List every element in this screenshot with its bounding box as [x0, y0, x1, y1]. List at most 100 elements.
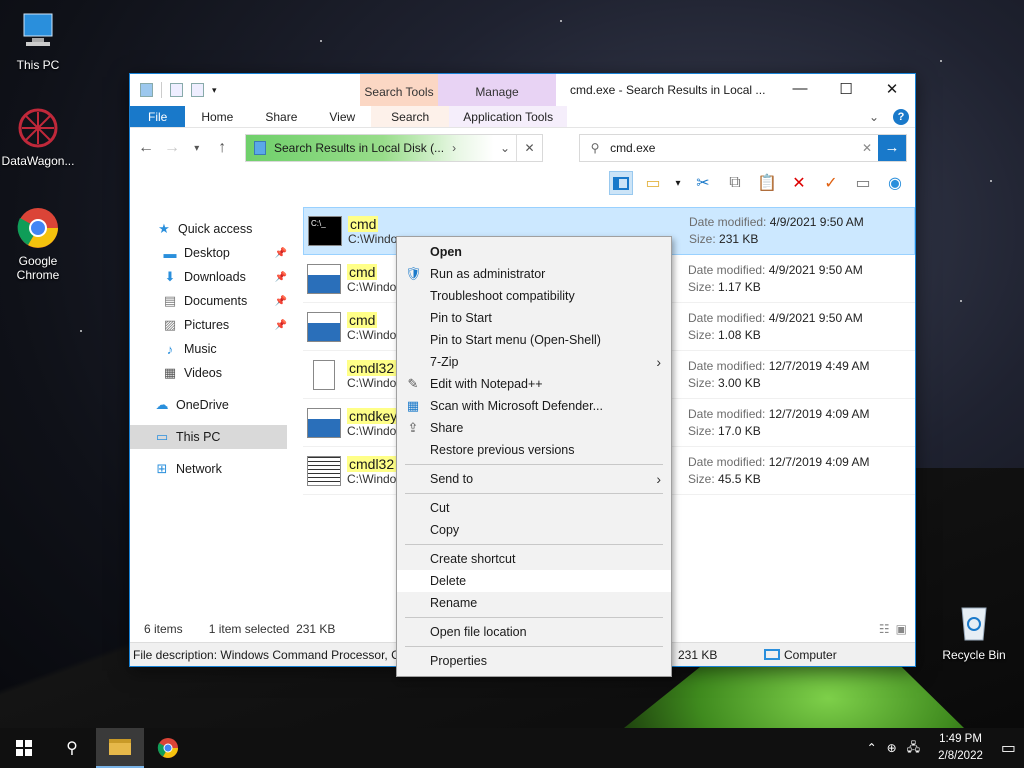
preview-pane-icon[interactable] — [609, 171, 633, 195]
menu-item-pin-to-start[interactable]: Pin to Start — [397, 307, 671, 329]
file-name: cmdkey — [347, 407, 400, 424]
nav-item-network[interactable]: ⊞ Network — [130, 457, 295, 481]
nav-item-desktop[interactable]: ▬ Desktop 📌 — [130, 241, 295, 265]
close-button[interactable]: ✕ — [869, 74, 915, 106]
nav-item-this-pc[interactable]: ▭ This PC — [130, 425, 287, 449]
nav-item-onedrive[interactable]: ☁ OneDrive — [130, 393, 295, 417]
copy-icon[interactable]: ⧉ — [723, 171, 747, 195]
menu-item-share[interactable]: ⇪ Share — [397, 417, 671, 439]
customize-qat-icon[interactable]: ▾ — [212, 85, 217, 96]
check-icon[interactable]: ✓ — [819, 171, 843, 195]
address-dropdown-icon[interactable]: ⌄ — [494, 141, 516, 155]
tab-search[interactable]: Search — [371, 106, 450, 127]
show-hidden-icons-icon[interactable]: ⌃ — [867, 741, 877, 755]
network-status-icon[interactable]: 🖧 — [907, 738, 920, 759]
tab-file[interactable]: File — [130, 106, 186, 127]
delete-icon[interactable]: ✕ — [787, 171, 811, 195]
forward-icon[interactable]: → — [164, 139, 180, 157]
menu-item-label: Send to — [430, 472, 474, 486]
notifications-icon[interactable]: ▭ — [1001, 738, 1016, 758]
new-folder-icon[interactable]: ▭ — [641, 171, 665, 195]
recent-locations-icon[interactable]: ▾ — [190, 143, 204, 154]
nav-item-videos[interactable]: ▦ Videos — [130, 361, 295, 385]
dropdown-icon[interactable]: ▾ — [673, 171, 683, 195]
menu-item-label: Open — [430, 245, 462, 259]
large-icons-view-icon[interactable]: ▣ — [896, 622, 907, 636]
menu-item-pin-to-start-menu-open-shell[interactable]: Pin to Start menu (Open-Shell) — [397, 329, 671, 351]
menu-item-label: Open file location — [430, 625, 527, 639]
clock[interactable]: 1:49 PM 2/8/2022 — [938, 731, 983, 765]
start-button[interactable] — [0, 728, 48, 768]
paste-icon[interactable]: 📋 — [755, 171, 779, 195]
search-go-button[interactable]: → — [878, 135, 906, 161]
minimize-button[interactable]: — — [777, 74, 823, 106]
nav-item-quick-access[interactable]: ★ Quick access — [130, 217, 295, 241]
address-bar[interactable]: Search Results in Local Disk (... › ⌄ ✕ — [245, 134, 544, 162]
title-bar[interactable]: ▾ Search Tools Manage cmd.exe - Search R… — [130, 74, 915, 106]
properties-icon[interactable] — [170, 83, 183, 97]
menu-item-create-shortcut[interactable]: Create shortcut — [397, 548, 671, 570]
pin-icon[interactable]: 📌 — [275, 320, 287, 331]
maximize-button[interactable]: ☐ — [823, 74, 869, 106]
menu-item-rename[interactable]: Rename — [397, 592, 671, 614]
menu-item-open-file-location[interactable]: Open file location — [397, 621, 671, 643]
details-view-icon[interactable]: ☷ — [879, 622, 890, 636]
nav-item-documents[interactable]: ▤ Documents 📌 — [130, 289, 295, 313]
cancel-search-button[interactable]: ✕ — [516, 135, 542, 161]
nav-item-pictures[interactable]: ▨ Pictures 📌 — [130, 313, 295, 337]
menu-item-cut[interactable]: Cut — [397, 497, 671, 519]
search-input[interactable]: cmd.exe — [610, 141, 856, 155]
help-icon[interactable]: ? — [893, 108, 909, 125]
nav-item-music[interactable]: ♪ Music — [130, 337, 295, 361]
breadcrumb[interactable]: Search Results in Local Disk (... — [274, 141, 444, 155]
folder-icon[interactable] — [140, 83, 153, 97]
desktop-icon-this-pc[interactable]: This PC — [0, 10, 76, 72]
time: 1:49 PM — [939, 733, 982, 745]
pin-icon[interactable]: 📌 — [275, 272, 287, 283]
shortcut-file-icon — [307, 311, 341, 342]
taskbar-chrome[interactable] — [144, 728, 192, 768]
menu-item-properties[interactable]: Properties — [397, 650, 671, 672]
menu-item-delete[interactable]: Delete — [397, 570, 671, 592]
desktop-icon-datawagon[interactable]: DataWagon... — [0, 106, 76, 168]
context-tab-manage: Manage — [438, 74, 556, 106]
language-icon[interactable]: ⊕ — [887, 741, 897, 755]
menu-item-open[interactable]: Open — [397, 241, 671, 263]
menu-item-troubleshoot-compatibility[interactable]: Troubleshoot compatibility — [397, 285, 671, 307]
tab-view[interactable]: View — [313, 106, 371, 127]
file-name: cmd — [347, 263, 378, 280]
tab-application-tools[interactable]: Application Tools — [449, 106, 568, 127]
menu-item-7-zip[interactable]: 7-Zip › — [397, 351, 671, 373]
menu-item-send-to[interactable]: Send to › — [397, 468, 671, 490]
breadcrumb-separator[interactable]: › — [452, 141, 456, 155]
menu-item-copy[interactable]: Copy — [397, 519, 671, 541]
menu-item-restore-previous-versions[interactable]: Restore previous versions — [397, 439, 671, 461]
menu-item-label: Rename — [430, 596, 478, 610]
location-label: Computer — [784, 647, 837, 662]
nav-item-downloads[interactable]: ⬇ Downloads 📌 — [130, 265, 295, 289]
file-description: File description: Windows Command Proces… — [133, 647, 400, 662]
desktop-icon-google-chrome[interactable]: Google Chrome — [0, 206, 76, 282]
taskbar-file-explorer[interactable] — [96, 728, 144, 768]
document-icon: ▤ — [163, 293, 177, 308]
menu-item-run-as-administrator[interactable]: 🛡 Run as administrator — [397, 263, 671, 285]
globe-icon[interactable]: ◉ — [883, 171, 907, 195]
search-box[interactable]: ⚲ cmd.exe ✕ → — [579, 134, 907, 162]
context-tab-search-tools: Search Tools — [360, 74, 438, 106]
menu-item-edit-with-notepad[interactable]: ✎ Edit with Notepad++ — [397, 373, 671, 395]
clear-search-icon[interactable]: ✕ — [856, 141, 878, 155]
tab-share[interactable]: Share — [249, 106, 313, 127]
date-value: 4/9/2021 9:50 AM — [769, 215, 864, 229]
pin-icon[interactable]: 📌 — [275, 296, 287, 307]
up-icon[interactable]: ↑ — [216, 139, 230, 157]
new-folder-icon[interactable] — [191, 83, 204, 97]
rename-icon[interactable]: ▭ — [851, 171, 875, 195]
cut-icon[interactable]: ✂ — [691, 171, 715, 195]
search-button[interactable]: ⚲ — [48, 728, 96, 768]
pin-icon[interactable]: 📌 — [275, 248, 287, 259]
back-icon[interactable]: ← — [138, 139, 154, 157]
desktop-icon-recycle-bin[interactable]: Recycle Bin — [936, 600, 1012, 662]
menu-item-scan-with-microsoft-defender[interactable]: ▦ Scan with Microsoft Defender... — [397, 395, 671, 417]
tab-home[interactable]: Home — [185, 106, 249, 127]
expand-ribbon-icon[interactable]: ⌄ — [869, 110, 879, 124]
